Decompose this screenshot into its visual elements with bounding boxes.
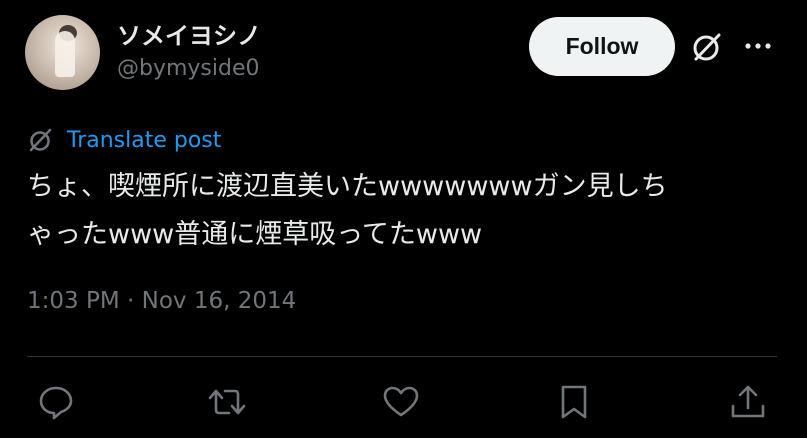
post-text-line-1: ちょ、喫煙所に渡辺直美いたwwwwwwwガン見しち <box>27 171 668 202</box>
grok-icon[interactable] <box>689 29 725 65</box>
post-timestamp[interactable]: 1:03 PM · Nov 16, 2014 <box>27 288 296 314</box>
meta-separator: · <box>127 288 135 314</box>
bookmark-icon[interactable] <box>554 382 594 422</box>
more-options-icon[interactable] <box>743 36 773 56</box>
like-icon[interactable] <box>381 382 421 422</box>
post-text-line-2: ゃったwww普通に煙草吸ってたwww <box>27 219 483 250</box>
translate-post-link[interactable]: Translate post <box>27 124 221 156</box>
translate-icon <box>29 128 52 152</box>
post-time: 1:03 PM <box>27 288 120 314</box>
display-name[interactable]: ソメイヨシノ <box>117 16 261 51</box>
share-icon[interactable] <box>728 382 768 422</box>
divider <box>27 356 777 357</box>
user-handle[interactable]: @bymyside0 <box>117 56 260 81</box>
translate-post-label: Translate post <box>67 127 222 153</box>
post-date: Nov 16, 2014 <box>141 288 297 314</box>
repost-icon[interactable] <box>207 382 247 422</box>
follow-button[interactable]: Follow <box>529 17 675 76</box>
avatar[interactable] <box>25 15 100 90</box>
avatar-figure <box>55 31 75 77</box>
post-text: ちょ、喫煙所に渡辺直美いたwwwwwwwガン見しち ゃったwww普通に煙草吸って… <box>27 163 787 259</box>
reply-icon[interactable] <box>36 382 76 422</box>
